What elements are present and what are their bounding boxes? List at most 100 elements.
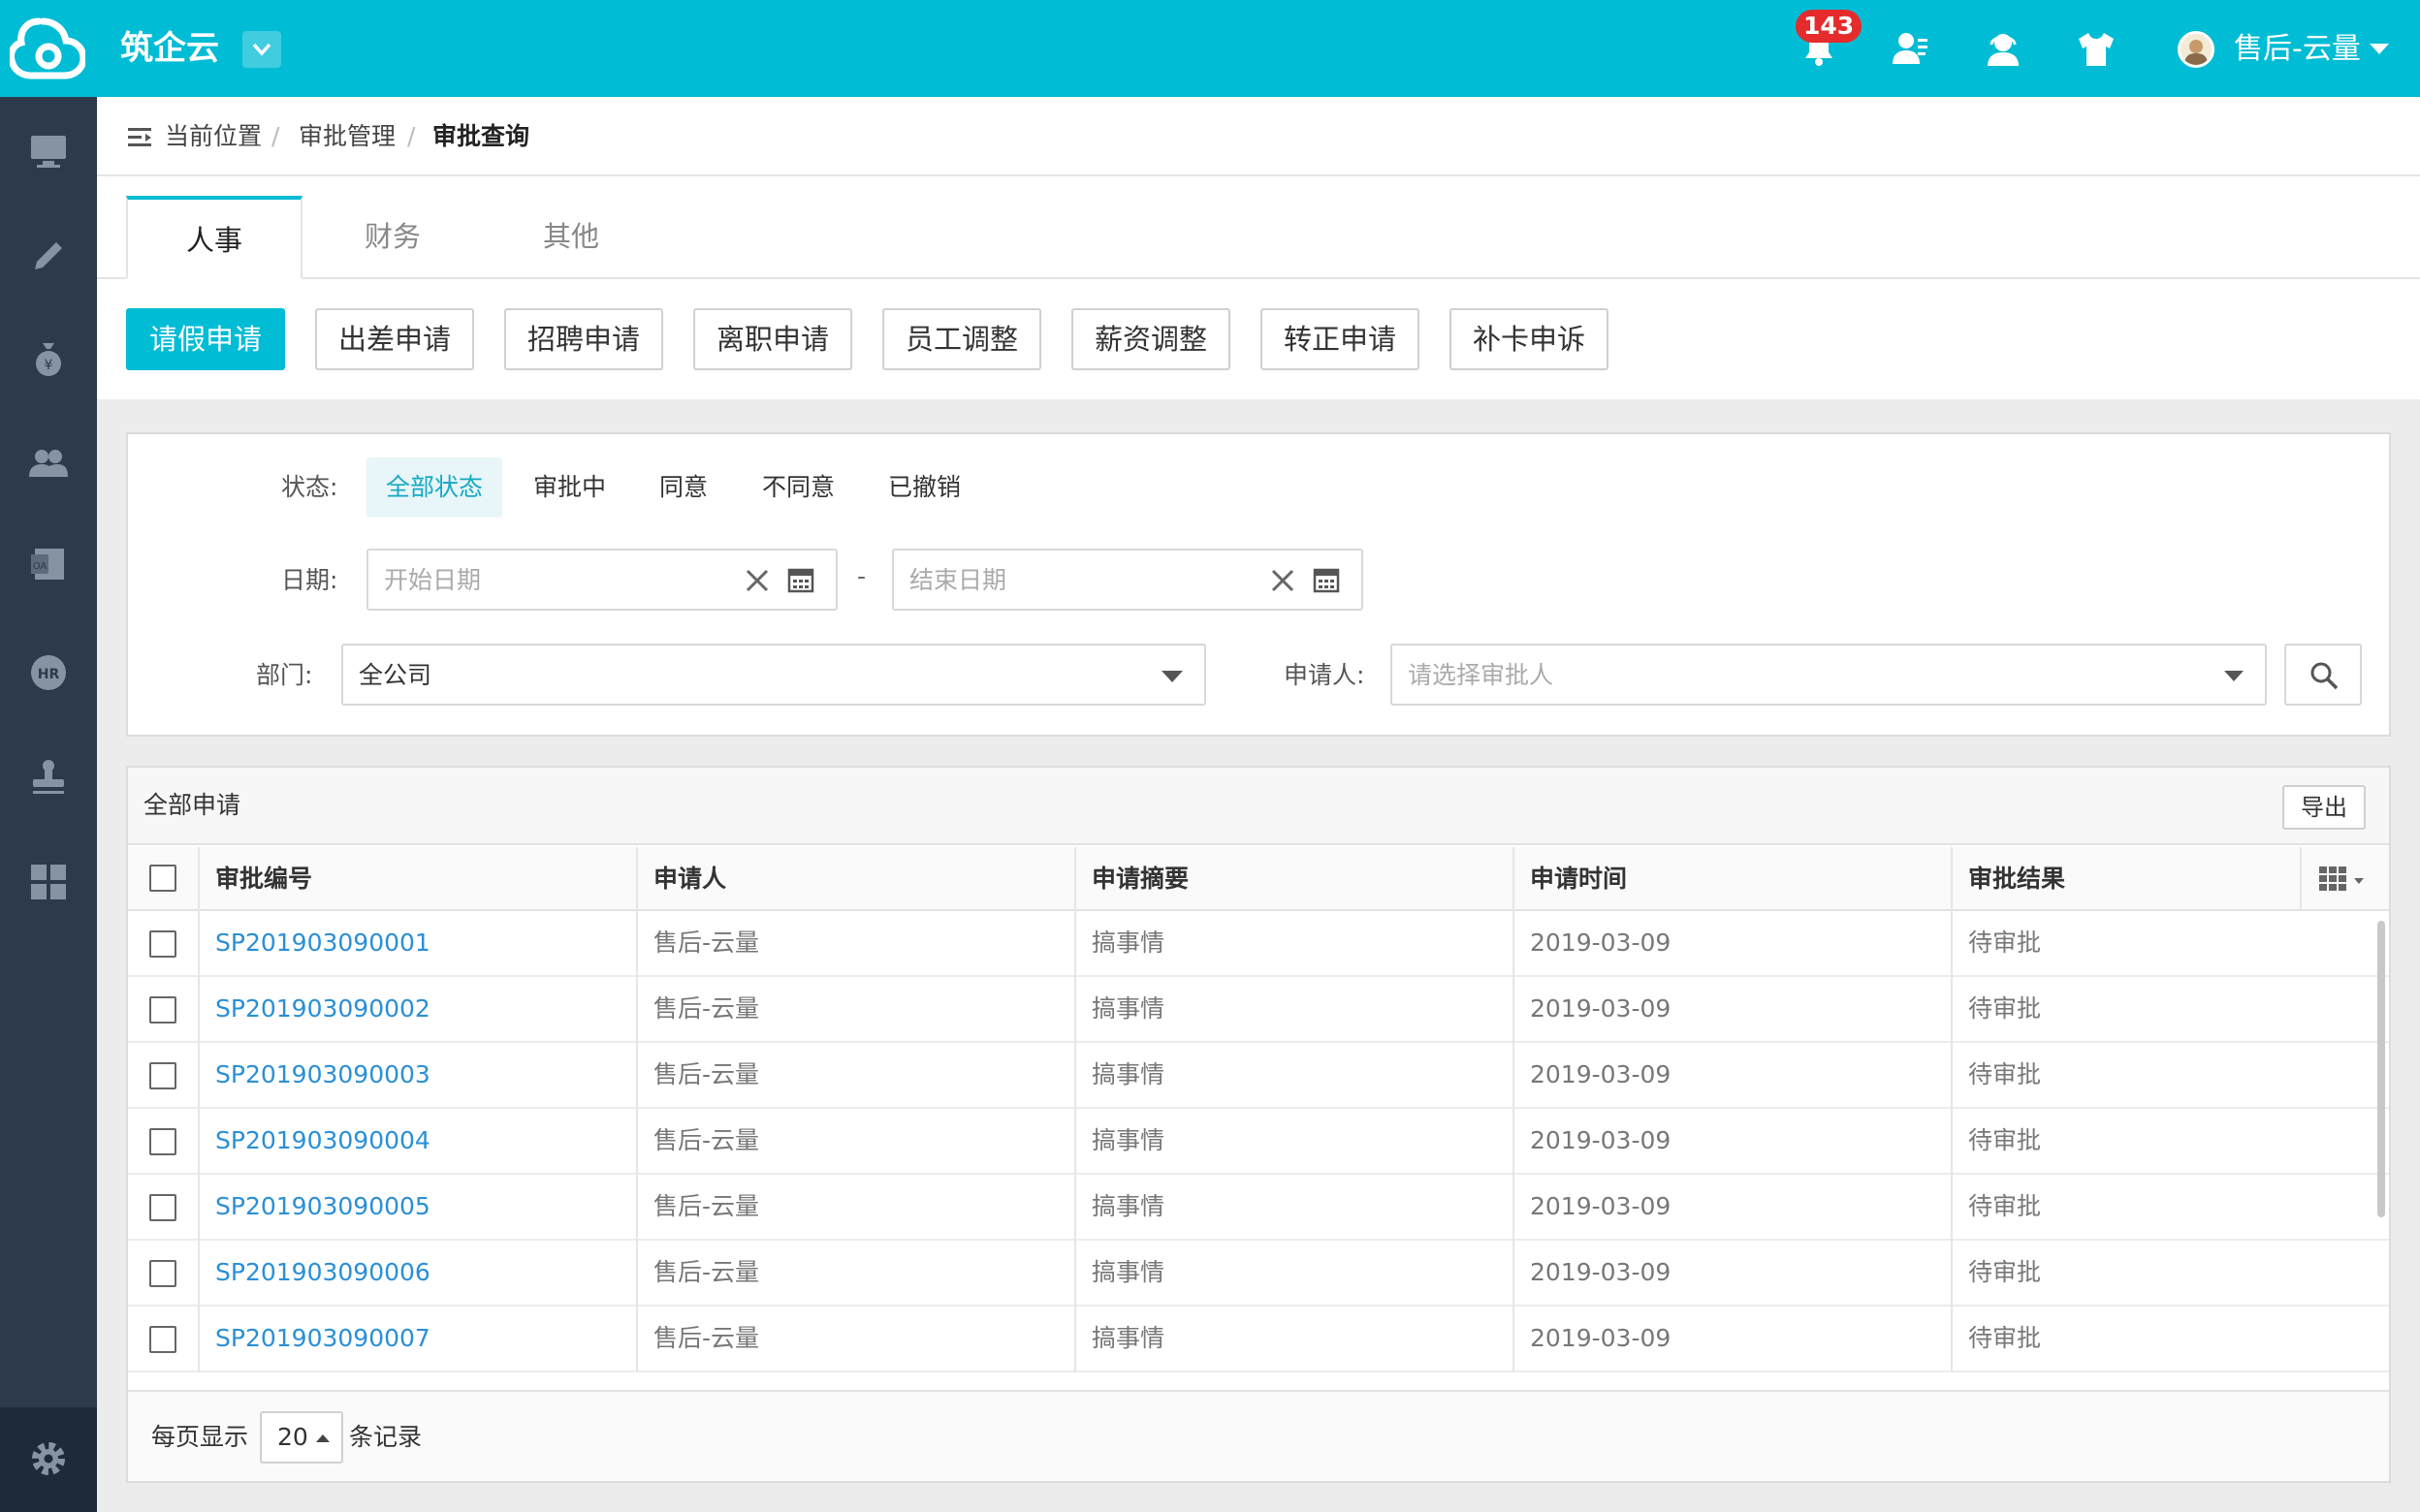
theme-shirt-icon[interactable] xyxy=(2075,27,2118,70)
app-title: 筑企云 xyxy=(120,29,219,68)
close-icon[interactable] xyxy=(745,568,770,593)
start-date-placeholder: 开始日期 xyxy=(384,566,482,594)
hr-icon[interactable]: HR xyxy=(27,651,70,694)
cell-applicant: 售后-云量 xyxy=(636,1109,1074,1175)
table-row[interactable]: SP201903090003 售后-云量 搞事情 2019-03-09 待审批 xyxy=(128,1043,2389,1109)
notification-badge: 143 xyxy=(1796,10,1863,43)
tab-personnel[interactable]: 人事 xyxy=(126,196,302,279)
cell-summary: 搞事情 xyxy=(1074,911,1512,977)
tab-finance[interactable]: 财务 xyxy=(304,196,481,279)
close-icon[interactable] xyxy=(1270,568,1295,593)
cell-approval-number[interactable]: SP201903090006 xyxy=(198,1241,636,1307)
table-row[interactable]: SP201903090006 售后-云量 搞事情 2019-03-09 待审批 xyxy=(128,1241,2389,1307)
office-icon[interactable]: OA xyxy=(27,543,70,585)
table-row[interactable]: SP201903090007 售后-云量 搞事情 2019-03-09 待审批 xyxy=(128,1307,2389,1372)
column-settings[interactable] xyxy=(2300,847,2389,911)
search-button[interactable] xyxy=(2284,644,2362,706)
cell-approval-number[interactable]: SP201903090007 xyxy=(198,1307,636,1372)
column-summary[interactable]: 申请摘要 xyxy=(1074,847,1512,911)
row-checkbox[interactable] xyxy=(149,1194,176,1221)
stamp-icon[interactable] xyxy=(27,756,70,799)
table-row[interactable]: SP201903090001 售后-云量 搞事情 2019-03-09 待审批 xyxy=(128,911,2389,977)
grid-icon xyxy=(2319,866,2364,891)
column-result[interactable]: 审批结果 xyxy=(1951,847,2300,911)
table-row[interactable]: SP201903090004 售后-云量 搞事情 2019-03-09 待审批 xyxy=(128,1109,2389,1175)
settings-area[interactable] xyxy=(0,1407,97,1512)
cell-summary: 搞事情 xyxy=(1074,1241,1512,1307)
calendar-icon[interactable] xyxy=(1313,566,1340,593)
business-trip-request-button[interactable]: 出差申请 xyxy=(315,308,474,370)
end-date-input[interactable]: 结束日期 xyxy=(892,549,1363,611)
row-checkbox[interactable] xyxy=(149,1260,176,1287)
table-row[interactable]: SP201903090005 售后-云量 搞事情 2019-03-09 待审批 xyxy=(128,1175,2389,1241)
cell-result: 待审批 xyxy=(1951,1241,2389,1307)
search-icon xyxy=(2310,662,2339,690)
menu-indent-icon[interactable] xyxy=(128,126,153,149)
cell-apply-time: 2019-03-09 xyxy=(1512,1109,1951,1175)
cell-approval-number[interactable]: SP201903090005 xyxy=(198,1175,636,1241)
employee-adjustment-button[interactable]: 员工调整 xyxy=(882,308,1041,370)
cell-result: 待审批 xyxy=(1951,1043,2389,1109)
tab-other[interactable]: 其他 xyxy=(483,196,659,279)
cell-applicant: 售后-云量 xyxy=(636,977,1074,1043)
cell-result: 待审批 xyxy=(1951,1109,2389,1175)
page-size-select[interactable]: 20 xyxy=(260,1411,343,1464)
select-all-checkbox[interactable] xyxy=(149,865,176,892)
leave-request-button[interactable]: 请假申请 xyxy=(126,308,285,370)
table-scrollbar[interactable] xyxy=(2377,921,2385,1217)
department-value: 全公司 xyxy=(359,661,432,689)
svg-text:¥: ¥ xyxy=(45,358,53,373)
pencil-icon[interactable] xyxy=(27,235,70,277)
row-checkbox[interactable] xyxy=(149,1128,176,1155)
table-row[interactable]: SP201903090002 售后-云量 搞事情 2019-03-09 待审批 xyxy=(128,977,2389,1043)
recruitment-request-button[interactable]: 招聘申请 xyxy=(504,308,663,370)
start-date-input[interactable]: 开始日期 xyxy=(366,549,838,611)
status-approved[interactable]: 同意 xyxy=(640,457,727,518)
money-bag-icon[interactable]: ¥ xyxy=(27,337,70,380)
attendance-appeal-button[interactable]: 补卡申诉 xyxy=(1449,308,1608,370)
table-header: 审批编号 申请人 申请摘要 申请时间 审批结果 xyxy=(128,847,2389,911)
row-checkbox[interactable] xyxy=(149,996,176,1024)
user-card-icon[interactable] xyxy=(1889,27,1931,70)
status-withdrawn[interactable]: 已撤销 xyxy=(869,457,980,518)
page-size-suffix: 条记录 xyxy=(349,1423,423,1451)
gear-icon[interactable] xyxy=(28,1438,69,1479)
column-apply-time[interactable]: 申请时间 xyxy=(1512,847,1951,911)
cell-approval-number[interactable]: SP201903090003 xyxy=(198,1043,636,1109)
applicant-select[interactable]: 请选择审批人 xyxy=(1390,644,2267,706)
grid-icon[interactable] xyxy=(27,861,70,903)
breadcrumb-current-location: 当前位置 xyxy=(165,122,263,150)
status-all[interactable]: 全部状态 xyxy=(366,457,503,518)
applicant-label: 申请人: xyxy=(1284,661,1365,689)
monitor-icon[interactable] xyxy=(27,130,70,173)
salary-adjustment-button[interactable]: 薪资调整 xyxy=(1071,308,1230,370)
breadcrumb-approval-management[interactable]: 审批管理 xyxy=(299,120,396,153)
row-checkbox[interactable] xyxy=(149,930,176,958)
regularization-request-button[interactable]: 转正申请 xyxy=(1260,308,1419,370)
row-checkbox[interactable] xyxy=(149,1062,176,1089)
avatar[interactable] xyxy=(2178,31,2214,68)
users-icon[interactable] xyxy=(27,442,70,485)
column-applicant[interactable]: 申请人 xyxy=(636,847,1074,911)
cell-approval-number[interactable]: SP201903090002 xyxy=(198,977,636,1043)
caret-down-icon[interactable] xyxy=(2370,44,2389,55)
cell-approval-number[interactable]: SP201903090001 xyxy=(198,911,636,977)
resignation-request-button[interactable]: 离职申请 xyxy=(693,308,852,370)
calendar-icon[interactable] xyxy=(787,566,814,593)
user-name[interactable]: 售后-云量 xyxy=(2234,29,2361,70)
row-checkbox[interactable] xyxy=(149,1326,176,1353)
cloud-logo-icon[interactable] xyxy=(10,14,85,83)
department-label: 部门: xyxy=(256,661,313,689)
column-approval-number[interactable]: 审批编号 xyxy=(198,847,636,911)
app-switcher-dropdown[interactable] xyxy=(242,31,281,68)
end-date-placeholder: 结束日期 xyxy=(909,566,1007,594)
status-rejected[interactable]: 不同意 xyxy=(743,457,854,518)
status-in-approval[interactable]: 审批中 xyxy=(514,457,625,518)
caret-down-icon xyxy=(1162,671,1183,682)
table-title: 全部申请 xyxy=(143,791,241,819)
cell-approval-number[interactable]: SP201903090004 xyxy=(198,1109,636,1175)
support-agent-icon[interactable] xyxy=(1982,27,2024,70)
export-button[interactable]: 导出 xyxy=(2282,785,2366,830)
department-select[interactable]: 全公司 xyxy=(341,644,1206,706)
cell-apply-time: 2019-03-09 xyxy=(1512,1241,1951,1307)
